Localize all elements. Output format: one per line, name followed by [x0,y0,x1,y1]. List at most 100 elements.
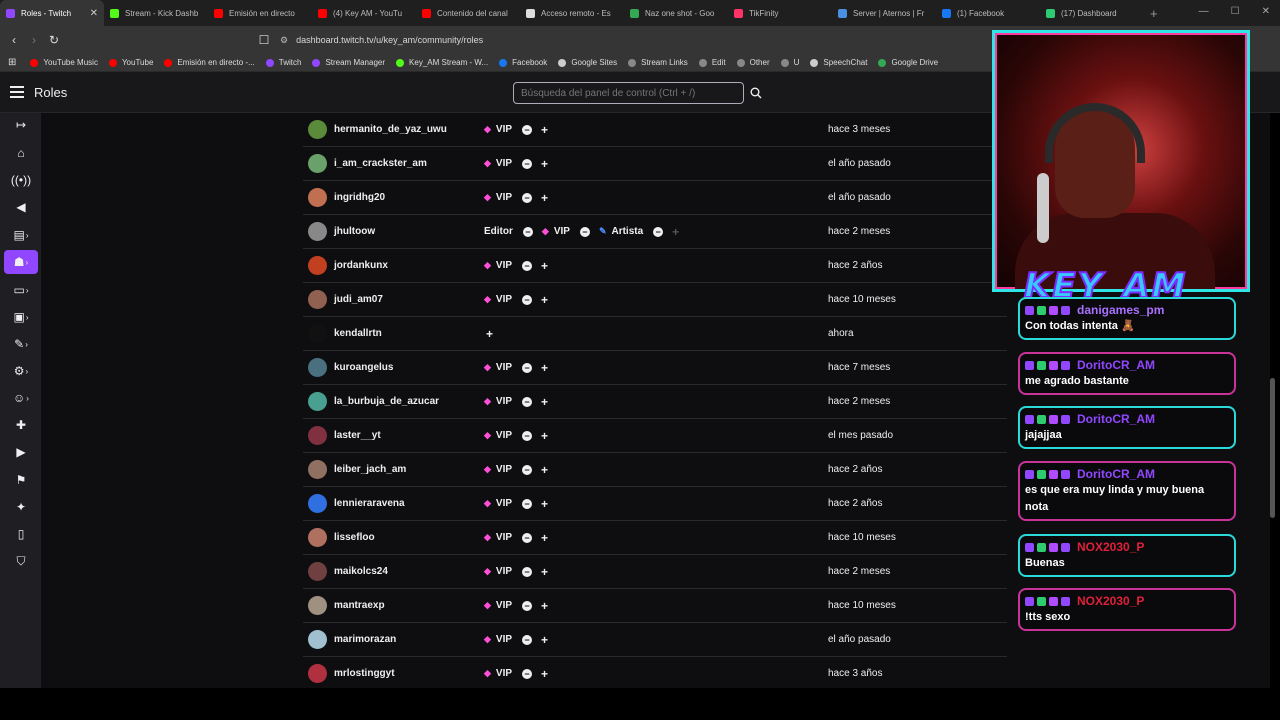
add-role-button[interactable]: + [541,293,548,307]
remove-role-button[interactable]: − [522,532,533,543]
username[interactable]: lissefloo [334,532,375,543]
bookmark-item[interactable]: Twitch [265,58,301,67]
remove-role-button[interactable]: − [522,226,533,237]
avatar[interactable] [308,596,327,615]
username[interactable]: lennieraravena [334,498,405,509]
remove-role-button[interactable]: − [579,226,590,237]
remove-role-button[interactable]: − [522,192,533,203]
username[interactable]: mantraexp [334,600,385,611]
scrollbar[interactable] [1270,378,1275,518]
remove-role-button[interactable]: − [522,498,533,509]
username[interactable]: leiber_jach_am [334,464,406,475]
bookmark-item[interactable]: Other [736,58,770,67]
browser-tab[interactable]: Emisión en directo [208,0,312,26]
browser-tab[interactable]: Naz one shot - Goo [624,0,728,26]
bookmark-item[interactable]: SpeechChat [810,58,867,67]
maximize-icon[interactable]: ☐ [1231,6,1240,17]
avatar[interactable] [308,188,327,207]
avatar[interactable] [308,528,327,547]
add-role-button[interactable]: + [541,599,548,613]
browser-tab[interactable]: Roles - Twitch ✕ [0,0,104,26]
new-tab-icon[interactable]: + [1150,6,1158,21]
monetization-icon[interactable]: ▣ › [4,305,38,329]
username[interactable]: maikolcs24 [334,566,388,577]
avatar[interactable] [308,392,327,411]
avatar[interactable] [308,426,327,445]
username[interactable]: hermanito_de_yaz_uwu [334,124,447,135]
close-tab-icon[interactable]: ✕ [90,8,98,19]
username[interactable]: jhultoow [334,226,375,237]
avatar[interactable] [308,664,327,683]
promote-icon[interactable]: ◀ [4,195,38,219]
settings-icon[interactable]: ⚙ › [4,359,38,383]
close-window-icon[interactable]: ✕ [1262,6,1270,17]
remove-role-button[interactable]: − [522,668,533,679]
browser-tab[interactable]: Acceso remoto - Es [520,0,624,26]
avatar[interactable] [308,256,327,275]
bookmark-item[interactable]: Stream Manager [312,58,385,67]
username[interactable]: ingridhg20 [334,192,385,203]
search-button[interactable] [746,82,766,104]
add-role-button[interactable]: + [541,191,548,205]
add-role-button[interactable]: + [672,225,679,239]
avatar[interactable] [308,494,327,513]
back-icon[interactable]: ‹ [4,33,24,47]
stream-icon[interactable]: ((•)) [4,168,38,192]
site-info-icon[interactable]: ⚙ [280,35,288,46]
remove-role-button[interactable]: − [522,158,533,169]
apps-grid-icon[interactable]: ⊞ [8,57,16,68]
add-role-button[interactable]: + [541,361,548,375]
username[interactable]: kuroangelus [334,362,393,373]
browser-tab[interactable]: Stream - Kick Dashb [104,0,208,26]
bookmark-item[interactable]: YouTube Music [30,58,98,67]
avatar[interactable] [308,290,327,309]
guide-icon[interactable]: ▯ [4,522,38,546]
remove-role-button[interactable]: − [522,464,533,475]
remove-role-button[interactable]: − [522,260,533,271]
collapse-sidebar-icon[interactable]: ↦ [4,113,38,137]
username[interactable]: la_burbuja_de_azucar [334,396,439,407]
avatar[interactable] [308,630,327,649]
streaming-tools-icon[interactable]: ✎ › [4,332,38,356]
extensions-icon[interactable]: ✦ [4,495,38,519]
home-icon[interactable]: ⌂ [4,141,38,165]
bookmark-item[interactable]: U [780,58,799,67]
creator-camp-icon[interactable]: ✚ [4,413,38,437]
add-role-button[interactable]: + [541,429,548,443]
add-role-button[interactable]: + [486,327,493,341]
bookmark-page-icon[interactable]: ☐ [254,33,274,47]
reload-icon[interactable]: ↻ [44,33,64,47]
browser-tab[interactable]: (17) Dashboard [1040,0,1144,26]
username[interactable]: marimorazan [334,634,396,645]
username[interactable]: mrlostinggyt [334,668,395,679]
add-role-button[interactable]: + [541,497,548,511]
content-icon[interactable]: ▭ › [4,278,38,302]
browser-tab[interactable]: Server | Aternos | Fr [832,0,936,26]
minimize-icon[interactable]: — [1199,6,1209,17]
video-icon[interactable]: ▶ [4,440,38,464]
achievements-icon[interactable]: ⚑ [4,468,38,492]
url-field[interactable]: ⚙ dashboard.twitch.tv/u/key_am/community… [280,30,980,50]
remove-role-button[interactable]: − [522,430,533,441]
bookmark-item[interactable]: Stream Links [628,58,688,67]
username[interactable]: judi_am07 [334,294,383,305]
bookmark-item[interactable]: Emisión en directo -... [164,58,255,67]
remove-role-button[interactable]: − [522,362,533,373]
remove-role-button[interactable]: − [653,226,664,237]
bookmark-item[interactable]: Google Drive [878,58,938,67]
menu-icon[interactable] [10,86,24,98]
browser-tab[interactable]: (4) Key AM - YouTu [312,0,416,26]
avatar[interactable] [308,120,327,139]
dashboard-search-input[interactable] [513,82,744,104]
browser-tab[interactable]: TikFinity [728,0,832,26]
avatar[interactable] [308,562,327,581]
username[interactable]: kendallrtn [334,328,382,339]
add-role-button[interactable]: + [541,633,548,647]
bookmark-item[interactable]: Edit [698,58,726,67]
add-role-button[interactable]: + [541,123,548,137]
add-role-button[interactable]: + [541,531,548,545]
username[interactable]: laster__yt [334,430,381,441]
avatar[interactable] [308,358,327,377]
username[interactable]: i_am_crackster_am [334,158,427,169]
community-icon[interactable]: ☗ › [4,250,38,274]
